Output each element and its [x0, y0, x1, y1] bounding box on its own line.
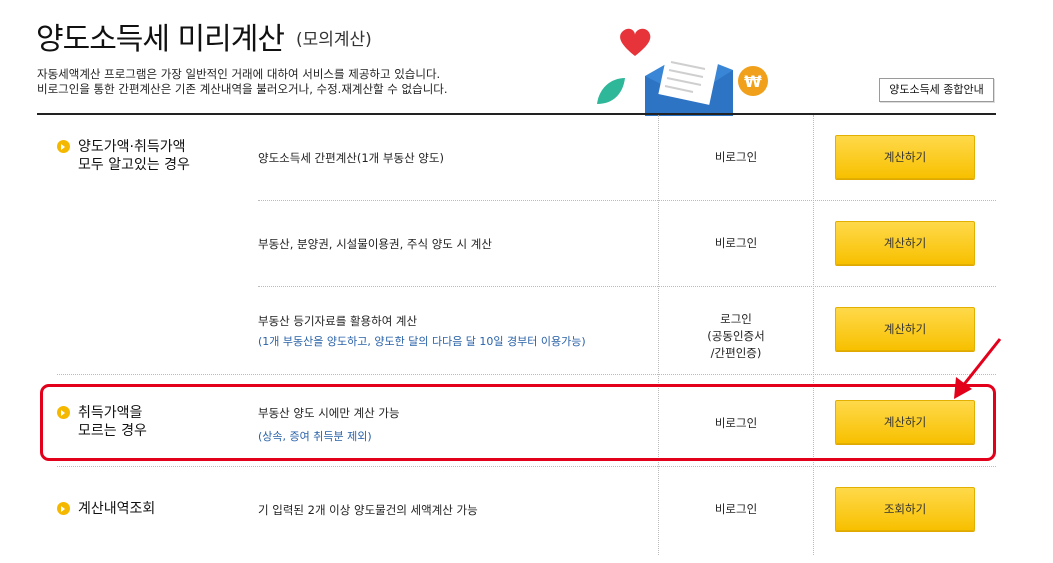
header-illustration: ₩ [597, 28, 768, 116]
highlight-box [40, 384, 996, 461]
heart-icon [620, 28, 651, 56]
category-label: 양도가액·취득가액 모두 알고있는 경우 [78, 139, 190, 173]
row-divider [57, 466, 996, 467]
tax-guide-button[interactable]: 양도소득세 종합안내 [879, 78, 994, 102]
category-bullet-icon [57, 502, 70, 515]
envelope-icon [645, 45, 733, 116]
page-description: 자동세액계산 프로그램은 가장 일반적인 거래에 대하여 서비스를 제공하고 있… [37, 67, 448, 97]
category-bullet-icon [57, 140, 70, 153]
row-login-type: 로그인 (공동인증서 /간편인증) [707, 312, 765, 360]
calculate-button-real-estate[interactable]: 계산하기 [835, 221, 975, 265]
category-known-prices: 양도가액·취득가액 모두 알고있는 경우 [57, 138, 190, 174]
row-login-type: 비로그인 [714, 502, 758, 516]
svg-text:₩: ₩ [744, 72, 762, 91]
category-label: 계산내역조회 [78, 501, 156, 517]
column-divider [813, 115, 814, 555]
page-title: 양도소득세 미리계산 (모의계산) [36, 14, 372, 58]
row-item-registry-calc: 부동산 등기자료를 활용하여 계산 [258, 314, 418, 328]
inquiry-button[interactable]: 조회하기 [835, 487, 975, 531]
leaf-icon [597, 78, 625, 104]
won-coin-icon: ₩ [738, 66, 768, 96]
row-divider [258, 286, 996, 287]
row-item-simple-calc: 양도소득세 간편계산(1개 부동산 양도) [258, 151, 444, 165]
row-note-registry: (1개 부동산을 양도하고, 양도한 달의 다다음 달 10일 경부터 이용가능… [258, 335, 586, 348]
category-history-inquiry: 계산내역조회 [57, 500, 155, 518]
table-top-border [37, 113, 996, 115]
row-login-type: 비로그인 [714, 150, 758, 164]
row-divider [57, 374, 996, 375]
row-login-type: 비로그인 [714, 236, 758, 250]
row-divider [258, 200, 996, 201]
row-item-history: 기 입력된 2개 이상 양도물건의 세액계산 가능 [258, 503, 478, 517]
calculate-button-simple[interactable]: 계산하기 [835, 135, 975, 179]
red-arrow-icon [954, 338, 1002, 399]
page-subtitle: (모의계산) [295, 30, 372, 50]
row-item-real-estate-calc: 부동산, 분양권, 시설물이용권, 주식 양도 시 계산 [258, 237, 492, 251]
column-divider [658, 115, 659, 555]
description-line-2: 비로그인을 통한 간편계산은 기존 계산내역을 불러오거나, 수정.재계산할 수… [37, 82, 448, 96]
description-line-1: 자동세액계산 프로그램은 가장 일반적인 거래에 대하여 서비스를 제공하고 있… [37, 67, 441, 81]
page-title-text: 양도소득세 미리계산 [36, 22, 285, 57]
